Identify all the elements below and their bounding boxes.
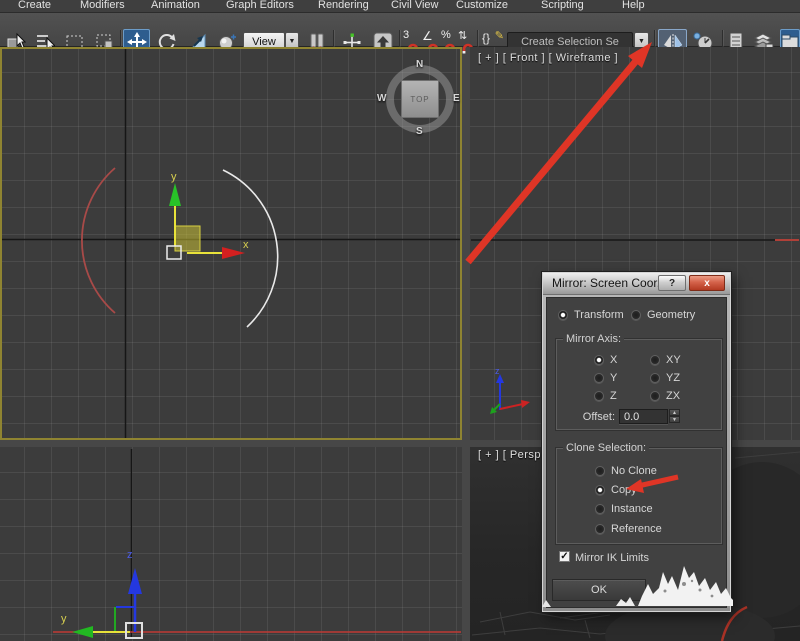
clone-selection-group: Clone Selection: No Clone Copy Instance … [556, 442, 722, 544]
viewcube-top-face[interactable]: TOP [401, 80, 439, 118]
pencil-icon: ✎ [494, 30, 504, 42]
axis-z-option[interactable]: Z [594, 390, 617, 402]
axis-x-radio[interactable] [594, 355, 604, 365]
coordinate-system-value: View [252, 35, 276, 48]
transform-radio[interactable] [558, 310, 568, 320]
no-clone-option[interactable]: No Clone [595, 465, 657, 477]
3dsmax-window: Create Modifiers Animation Graph Editors… [0, 0, 800, 641]
spinner-snap-glyph: ⇅ [458, 30, 468, 42]
reference-radio[interactable] [595, 524, 605, 534]
checkmark-icon: ✓ [560, 551, 569, 562]
snap-3-label: 3 [403, 29, 410, 41]
axis-xy-label: XY [666, 354, 681, 366]
menu-customize[interactable]: Customize [456, 0, 508, 11]
help-icon: ? [668, 277, 676, 289]
axis-y-radio[interactable] [594, 373, 604, 383]
compass-north-label: N [416, 59, 424, 70]
spinner-up-icon[interactable]: ▲ [669, 409, 680, 416]
instance-radio[interactable] [595, 504, 605, 514]
axis-zx-option[interactable]: ZX [650, 390, 680, 402]
offset-input[interactable]: 0.0 [619, 409, 668, 424]
mirror-axis-group-title: Mirror Axis: [563, 333, 624, 345]
compass-south-label: S [416, 126, 423, 137]
geometry-label: Geometry [647, 309, 696, 321]
axis-yz-label: YZ [666, 372, 681, 384]
percent-snap-label: % [441, 29, 451, 41]
geometry-radio-option[interactable]: Geometry [631, 309, 695, 321]
dialog-help-button[interactable]: ? [658, 275, 686, 291]
menu-animation[interactable]: Animation [151, 0, 200, 11]
compass-east-label: E [453, 93, 460, 104]
viewcube[interactable]: TOP N S W E [377, 59, 460, 137]
close-icon: x [704, 277, 710, 289]
menu-bar: Create Modifiers Animation Graph Editors… [0, 0, 800, 12]
mirror-ik-limits-label: Mirror IK Limits [575, 552, 649, 564]
instance-option[interactable]: Instance [595, 503, 653, 515]
reference-option[interactable]: Reference [595, 523, 662, 535]
copy-label: Copy [611, 484, 637, 496]
transform-radio-option[interactable]: Transform [558, 309, 624, 321]
axis-xy-option[interactable]: XY [650, 354, 681, 366]
dialog-body: Transform Geometry Mirror Axis: X XY Y Y… [546, 297, 727, 608]
chevron-down-icon: ▼ [288, 38, 296, 45]
axis-z-label: Z [610, 390, 617, 402]
ok-button-label: OK [591, 584, 607, 596]
menu-civil-view[interactable]: Civil View [391, 0, 438, 11]
geometry-radio[interactable] [631, 310, 641, 320]
dialog-title-bar[interactable]: Mirror: Screen Coor... ? x [543, 273, 730, 295]
ok-button[interactable]: OK [552, 579, 646, 601]
dialog-title: Mirror: Screen Coor... [552, 276, 667, 290]
no-clone-label: No Clone [611, 465, 657, 477]
axis-zx-label: ZX [666, 390, 681, 402]
selection-set-value: Create Selection Se [521, 35, 619, 48]
axis-xy-radio[interactable] [650, 355, 660, 365]
transform-label: Transform [574, 309, 624, 321]
compass-west-label: W [377, 93, 387, 104]
viewcube-face-label: TOP [410, 94, 430, 104]
viewport-left[interactable] [0, 447, 462, 641]
menu-graph-editors[interactable]: Graph Editors [226, 0, 294, 11]
reference-label: Reference [611, 523, 662, 535]
clone-selection-group-title: Clone Selection: [563, 442, 650, 454]
axis-y-label: Y [610, 372, 618, 384]
no-clone-radio[interactable] [595, 466, 605, 476]
menu-scripting[interactable]: Scripting [541, 0, 584, 11]
menu-modifiers[interactable]: Modifiers [80, 0, 125, 11]
axis-yz-option[interactable]: YZ [650, 372, 680, 384]
copy-option[interactable]: Copy [595, 484, 637, 496]
axis-zx-radio[interactable] [650, 391, 660, 401]
axis-x-option[interactable]: X [594, 354, 617, 366]
axis-x-label: X [610, 354, 618, 366]
braces-icon: {} [482, 31, 491, 45]
offset-value: 0.0 [624, 410, 640, 423]
copy-radio[interactable] [595, 485, 605, 495]
axis-z-radio[interactable] [594, 391, 604, 401]
instance-label: Instance [611, 503, 653, 515]
mirror-ik-limits-checkbox[interactable]: ✓ [559, 551, 570, 562]
axis-yz-radio[interactable] [650, 373, 660, 383]
menu-rendering[interactable]: Rendering [318, 0, 369, 11]
chevron-down-icon: ▼ [638, 38, 645, 45]
offset-label: Offset: [582, 411, 615, 423]
menu-help[interactable]: Help [622, 0, 645, 11]
dialog-close-button[interactable]: x [689, 275, 725, 291]
angle-snap-glyph: ∠ [422, 29, 433, 43]
front-viewport-label[interactable]: [ + ] [ Front ] [ Wireframe ] [478, 52, 618, 64]
axis-y-option[interactable]: Y [594, 372, 617, 384]
mirror-dialog: Mirror: Screen Coor... ? x Transform Geo… [542, 272, 731, 612]
offset-spinner[interactable]: ▲ ▼ [669, 409, 680, 423]
main-toolbar: View ▼ 3 ∠ % ⇅ {} ✎ Create Selection Se … [0, 12, 800, 55]
spinner-down-icon[interactable]: ▼ [669, 416, 680, 423]
menu-create[interactable]: Create [18, 0, 51, 11]
mirror-axis-group: Mirror Axis: X XY Y YZ Z ZX Offset: 0.0 … [556, 333, 722, 430]
